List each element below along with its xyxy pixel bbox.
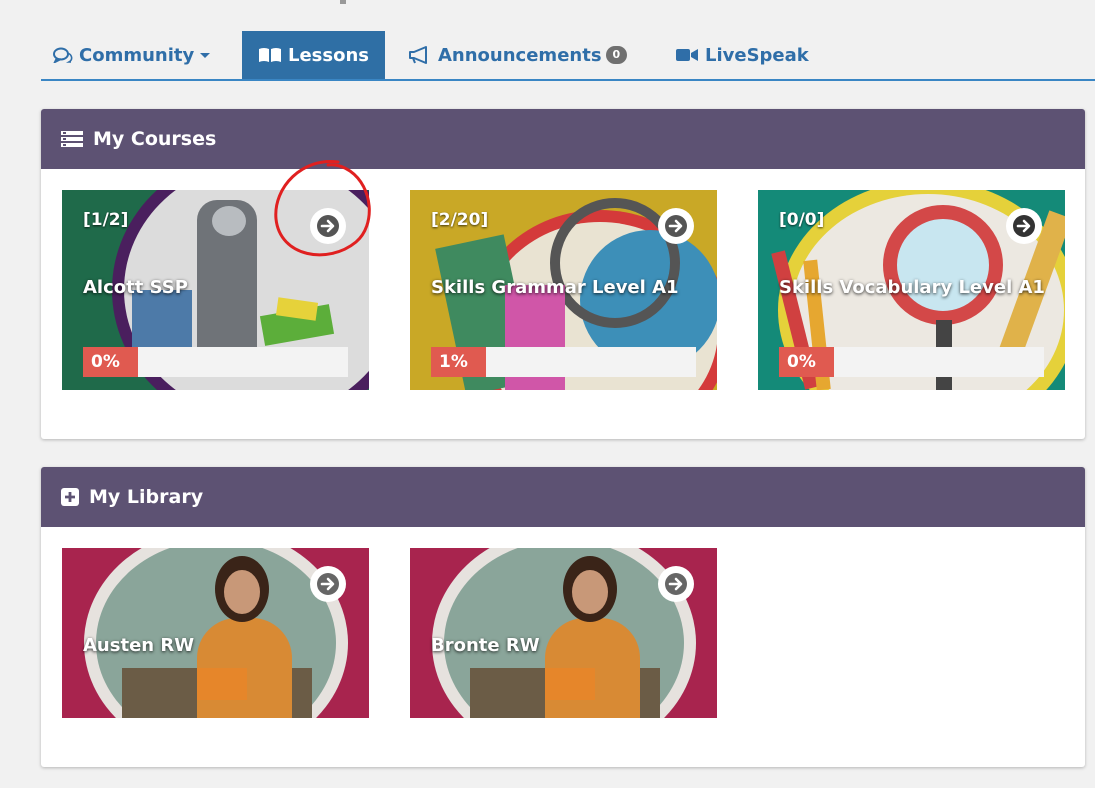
course-progress-label: 1% [431, 347, 486, 377]
top-edge-fragment [340, 0, 346, 4]
student-face [224, 570, 260, 614]
arrow-right-circle-icon[interactable] [310, 566, 346, 602]
comments-icon [53, 47, 73, 63]
course-progress-bar: 0% [779, 347, 1044, 377]
tab-lessons-label: Lessons [288, 44, 369, 66]
course-title: Skills Vocabulary Level A1 [779, 277, 1045, 298]
tab-announcements-label: Announcements [438, 44, 602, 66]
library-item-title: Bronte RW [431, 635, 540, 656]
my-library-title: My Library [89, 486, 204, 508]
list-icon [61, 130, 83, 148]
course-progress-label: 0% [83, 347, 138, 377]
annotation-circle [274, 159, 371, 257]
my-courses-title: My Courses [93, 128, 217, 150]
arrow-right-circle-icon[interactable] [658, 208, 694, 244]
books-held-illustration [545, 668, 595, 700]
my-courses-header: My Courses [41, 109, 1085, 169]
book-icon [258, 47, 282, 63]
robot-head-illustration [212, 206, 246, 236]
course-progress-count: [2/20] [431, 210, 489, 230]
library-item-title: Austen RW [83, 635, 195, 656]
announcements-count-badge: 0 [605, 46, 628, 64]
arrow-right-circle-icon[interactable] [658, 566, 694, 602]
video-camera-icon [675, 47, 699, 63]
my-library-header: My Library [41, 467, 1085, 527]
arrow-right-circle-icon[interactable] [1006, 208, 1042, 244]
magnifier-illustration [883, 205, 1003, 325]
course-progress-bar: 0% [83, 347, 348, 377]
course-card-skills-vocabulary[interactable]: [0/0] Skills Vocabulary Level A1 0% [758, 190, 1065, 390]
library-card-bronte-rw[interactable]: Bronte RW [410, 548, 717, 718]
library-card-austen-rw[interactable]: Austen RW [62, 548, 369, 718]
plus-square-icon [61, 488, 79, 506]
tab-community-label: Community [79, 44, 195, 66]
course-progress-count: [1/2] [83, 210, 129, 230]
books-illustration [132, 290, 192, 350]
tab-livespeak-label: LiveSpeak [705, 44, 809, 66]
course-progress-count: [0/0] [779, 210, 825, 230]
my-courses-panel: My Courses [1/2] Alcott SSP 0% [2/20] Sk… [41, 109, 1085, 439]
tab-livespeak[interactable]: LiveSpeak [675, 31, 809, 79]
student-face [572, 570, 608, 614]
course-card-skills-grammar[interactable]: [2/20] Skills Grammar Level A1 1% [410, 190, 717, 390]
course-title: Alcott SSP [83, 277, 188, 298]
tab-community[interactable]: Community [53, 31, 211, 79]
tab-announcements[interactable]: Announcements 0 [408, 31, 628, 79]
main-tabs: Community Lessons Announcements 0 LiveSp… [41, 31, 1095, 81]
course-progress-label: 0% [779, 347, 834, 377]
tab-lessons[interactable]: Lessons [242, 31, 385, 79]
my-library-panel: My Library Austen RW Bronte RW [41, 467, 1085, 767]
books-held-illustration [197, 668, 247, 700]
course-title: Skills Grammar Level A1 [431, 277, 679, 298]
megaphone-icon [408, 46, 432, 64]
course-progress-bar: 1% [431, 347, 696, 377]
chevron-down-icon [200, 52, 211, 58]
